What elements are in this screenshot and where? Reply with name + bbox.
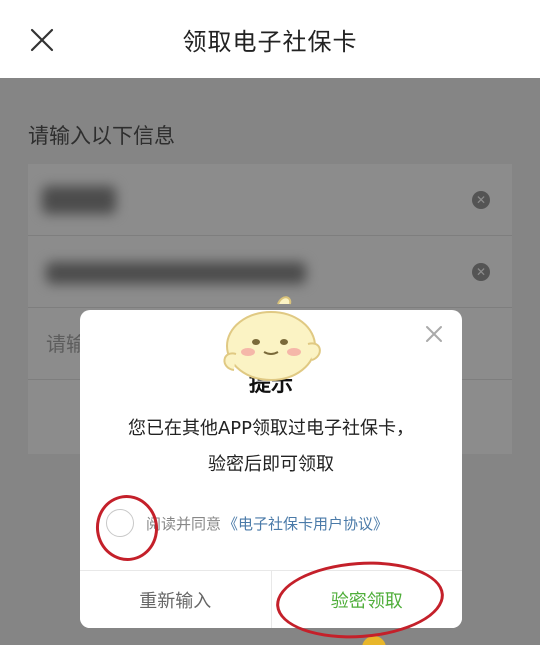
dialog-message: 验密后即可领取: [208, 454, 334, 475]
page-title: 领取电子社保卡: [182, 27, 358, 56]
reenter-button[interactable]: 重新输入: [80, 571, 272, 628]
agreement-link[interactable]: 《电子社保卡用户协议》: [223, 513, 388, 534]
agreement-row: 阅读并同意 《电子社保卡用户协议》: [106, 508, 456, 538]
agree-label: 阅读并同意: [146, 514, 222, 533]
app-header: 领取电子社保卡: [0, 0, 540, 78]
verify-claim-button[interactable]: 验密领取: [271, 571, 462, 628]
dialog-message: 您已在其他APP领取过电子社保卡，: [127, 418, 415, 439]
dialog-footer: 重新输入 验密领取: [80, 570, 462, 628]
close-icon[interactable]: [22, 20, 62, 60]
close-icon[interactable]: [422, 322, 446, 346]
mascot-icon: [223, 296, 321, 381]
agree-radio[interactable]: [106, 509, 134, 537]
